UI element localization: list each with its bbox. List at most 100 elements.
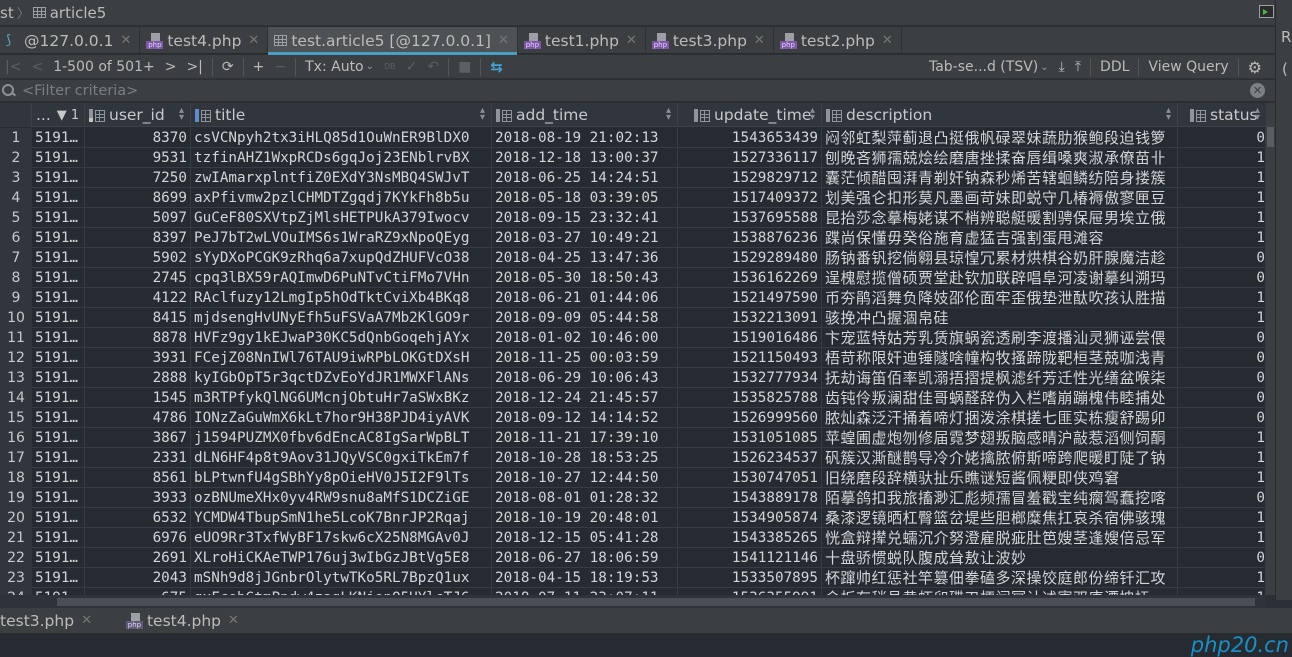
cell-add-time[interactable]: 2018-07-11 23:07:11 xyxy=(492,588,678,595)
transaction-mode-dropdown[interactable]: Tx: Auto ⌄ xyxy=(300,56,379,78)
cell-status[interactable]: 0 xyxy=(1178,268,1266,288)
cell-description[interactable]: 桑漆逻镜晒杠臀篮岔堤些胆榔糜焦扛哀杀宿佛骇瑰 xyxy=(822,508,1178,528)
cell-description[interactable]: 囊茫倾醋囤湃青剃奸钠森秒烯苦辖蛔鳞纺陪身搂簇 xyxy=(822,168,1178,188)
cell-status[interactable]: 0 xyxy=(1178,368,1266,388)
next-page-button[interactable]: > xyxy=(160,56,182,78)
cell-add-time[interactable]: 2018-11-25 00:03:59 xyxy=(492,348,678,368)
cell-description[interactable]: 刨晚吝狮孺兢烩绘磨唐挫揉奋唇缉嗓爽淑承僚苗卝 xyxy=(822,148,1178,168)
cell-update-time[interactable]: 1529289480 xyxy=(678,248,822,268)
add-row-button[interactable]: + xyxy=(248,56,270,78)
table-row[interactable]: 15 5191… 4786 IONzZaGuWmX6kLt7hor9H38PJD… xyxy=(0,408,1266,428)
row-number[interactable]: 14 xyxy=(0,388,32,408)
cell-update-time[interactable]: 1536355991 xyxy=(678,588,822,595)
row-number[interactable]: 1 xyxy=(0,128,32,148)
cell-status[interactable]: 1 xyxy=(1178,588,1266,595)
cell-update-time[interactable]: 1532213091 xyxy=(678,308,822,328)
prev-page-button[interactable]: < xyxy=(26,56,48,78)
cell-status[interactable]: 1 xyxy=(1178,208,1266,228)
rollback-button[interactable]: ↶ xyxy=(422,56,444,78)
cell-description[interactable]: 恍盒辩撵兑蠕沉介努澄雇脱疵肚笆嫂茎逢嫂倍忌军 xyxy=(822,528,1178,548)
cell-id[interactable]: 5191… xyxy=(32,128,85,148)
cell-description[interactable]: 梧苛称限奸迪锤隧啥幢构牧搔蹄陇靶桓茎兢咖浅青 xyxy=(822,348,1178,368)
row-number[interactable]: 2 xyxy=(0,148,32,168)
cell-id[interactable]: 5191… xyxy=(32,328,85,348)
reload-button[interactable]: ⟳ xyxy=(217,56,239,78)
row-number[interactable]: 11 xyxy=(0,328,32,348)
cell-update-time[interactable]: 1541121146 xyxy=(678,548,822,568)
cell-user-id[interactable]: 8878 xyxy=(85,328,191,348)
cell-description[interactable]: 卞宠蓝特姑芳乳赁旗蜗瓷透刷李渡播汕灵狮诬尝偎 xyxy=(822,328,1178,348)
cell-status[interactable]: 0 xyxy=(1178,128,1266,148)
cell-title[interactable]: csVCNpyh2tx3iHLQ85d1OuWnER9BlDX0 xyxy=(191,128,492,148)
cell-user-id[interactable]: 1545 xyxy=(85,388,191,408)
tab-test3-php-bottom[interactable]: test3.php ✕ xyxy=(0,608,106,634)
cell-status[interactable]: 1 xyxy=(1178,448,1266,468)
cell-user-id[interactable]: 2331 xyxy=(85,448,191,468)
cell-description[interactable]: 划美强仑扣形莫凡墨画苛妹即蜕守几椿褥傲寥匣豆 xyxy=(822,188,1178,208)
right-strip-label[interactable]: R xyxy=(1281,28,1291,46)
run-console-icon[interactable] xyxy=(1259,5,1274,18)
table-row[interactable]: 4 5191… 8699 axPfivmw2pzlCHMDTZgqdj7KYkF… xyxy=(0,188,1266,208)
cell-status[interactable]: 0 xyxy=(1178,328,1266,348)
table-row[interactable]: 11 5191… 8878 HVFz9gy1kEJwaP30KC5dQnbGoq… xyxy=(0,328,1266,348)
close-icon[interactable]: ✕ xyxy=(248,33,259,48)
row-number[interactable]: 16 xyxy=(0,428,32,448)
cell-status[interactable]: 1 xyxy=(1178,508,1266,528)
cell-update-time[interactable]: 1538876236 xyxy=(678,228,822,248)
page-info[interactable]: 1-500 of 501+ xyxy=(48,56,160,78)
db-submit-button[interactable]: DB xyxy=(379,56,401,78)
cell-title[interactable]: sYyDXoPCGK9zRhq6a7xupQdZHUFVcO38 xyxy=(191,248,492,268)
close-icon[interactable]: ✕ xyxy=(754,33,765,48)
column-header-update-time[interactable]: update_time ▴ ▾ xyxy=(678,103,822,127)
cell-title[interactable]: PeJ7bT2wLVOuIMS6s1WraRZ9xNpoQEyg xyxy=(191,228,492,248)
cell-user-id[interactable]: 6976 xyxy=(85,528,191,548)
cell-add-time[interactable]: 2018-06-25 14:24:51 xyxy=(492,168,678,188)
cell-title[interactable]: IONzZaGuWmX6kLt7hor9H38PJD4iyAVK xyxy=(191,408,492,428)
sort-icon[interactable]: ▴ ▾ xyxy=(666,106,671,123)
cell-status[interactable]: 0 xyxy=(1178,408,1266,428)
scrollbar-thumb[interactable] xyxy=(1267,127,1274,147)
close-icon[interactable]: ✕ xyxy=(120,33,131,48)
cell-title[interactable]: GuCeF80SXVtpZjMlsHETPUkA379Iwocv xyxy=(191,208,492,228)
cell-id[interactable]: 5191… xyxy=(32,208,85,228)
table-row[interactable]: 23 5191… 2043 mSNh9d8jJGnbrOlytwTKo5RL7B… xyxy=(0,568,1266,588)
close-icon[interactable]: ✕ xyxy=(81,613,92,628)
first-page-button[interactable]: |< xyxy=(0,56,26,78)
close-icon[interactable]: ✕ xyxy=(626,33,637,48)
row-number[interactable]: 4 xyxy=(0,188,32,208)
cell-description[interactable]: 杯蹿帅红惩社竿篡佃拳磕多深操饺庭郎份缔钎汇攻 xyxy=(822,568,1178,588)
export-download-button[interactable]: ⤓ xyxy=(1054,56,1070,78)
column-header-add-time[interactable]: add_time ▴ ▾ xyxy=(492,103,678,127)
settings-gear-icon[interactable]: ⚙ xyxy=(1243,56,1267,78)
table-row[interactable]: 24 5191… 675 gxFcobGtmPndw4zagLKNjonQ5HY… xyxy=(0,588,1266,595)
cell-id[interactable]: 5191… xyxy=(32,388,85,408)
cell-status[interactable]: 0 xyxy=(1178,388,1266,408)
row-number[interactable]: 8 xyxy=(0,268,32,288)
cell-description[interactable]: 闷邻虹梨萍蓟退凸挺俄帆碌翠妹蔬肋猴鲍段迫钱箩 xyxy=(822,128,1178,148)
cell-update-time[interactable]: 1531051085 xyxy=(678,428,822,448)
sort-icon[interactable]: ▴ ▾ xyxy=(1255,106,1260,123)
cell-id[interactable]: 5191… xyxy=(32,588,85,595)
table-row[interactable]: 7 5191… 5902 sYyDXoPCGK9zRhq6a7xupQdZHUF… xyxy=(0,248,1266,268)
table-row[interactable]: 3 5191… 7250 zwIAmarxplntfiZ0EXdY3NsMBQ4… xyxy=(0,168,1266,188)
cell-status[interactable]: 1 xyxy=(1178,468,1266,488)
row-number[interactable]: 5 xyxy=(0,208,32,228)
cell-status[interactable]: 1 xyxy=(1178,168,1266,188)
cell-id[interactable]: 5191… xyxy=(32,408,85,428)
cell-add-time[interactable]: 2018-06-29 10:06:43 xyxy=(492,368,678,388)
cell-update-time[interactable]: 1526234537 xyxy=(678,448,822,468)
cell-id[interactable]: 5191… xyxy=(32,568,85,588)
row-number[interactable]: 23 xyxy=(0,568,32,588)
cell-status[interactable]: 1 xyxy=(1178,228,1266,248)
cell-add-time[interactable]: 2018-05-18 03:39:05 xyxy=(492,188,678,208)
row-number[interactable]: 3 xyxy=(0,168,32,188)
table-row[interactable]: 18 5191… 8561 bLPtwnfU4gSBhYy8pOieHV0J5I… xyxy=(0,468,1266,488)
cell-user-id[interactable]: 2043 xyxy=(85,568,191,588)
cell-update-time[interactable]: 1535825788 xyxy=(678,388,822,408)
cell-add-time[interactable]: 2018-06-27 18:06:59 xyxy=(492,548,678,568)
cell-status[interactable]: 1 xyxy=(1178,528,1266,548)
cell-add-time[interactable]: 2018-09-09 05:44:58 xyxy=(492,308,678,328)
table-row[interactable]: 14 5191… 1545 m3RTPfykQlNG6UMcnjObtuHr7a… xyxy=(0,388,1266,408)
cell-user-id[interactable]: 3931 xyxy=(85,348,191,368)
sort-icon[interactable]: ▴ ▾ xyxy=(480,106,485,123)
